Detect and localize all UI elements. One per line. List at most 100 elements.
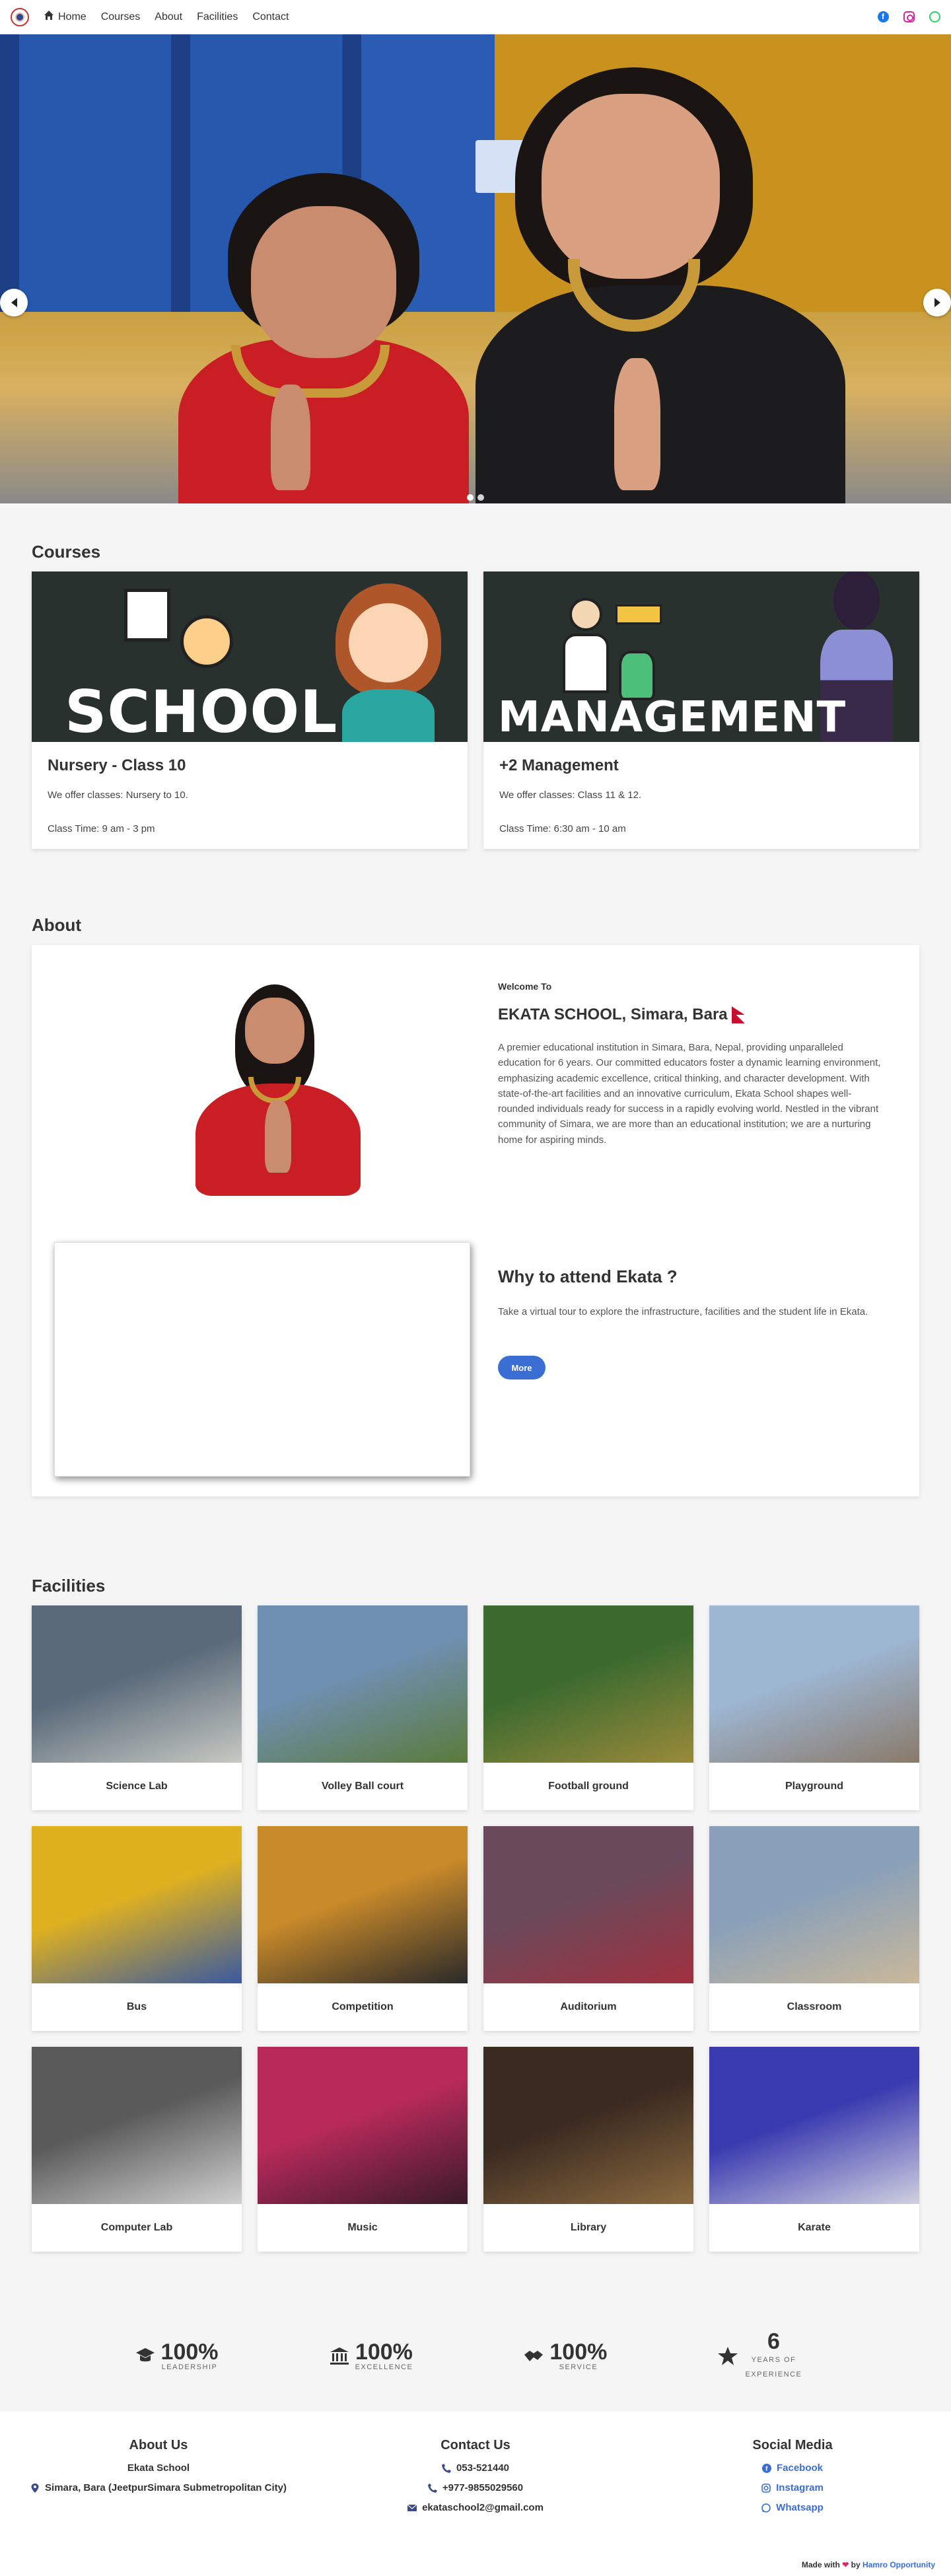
stat-text: 6 YEARS OF EXPERIENCE <box>744 2330 803 2382</box>
stat-text: 100% EXCELLENCE <box>355 2341 413 2371</box>
handshake-icon <box>523 2345 544 2367</box>
stats-bar: 100% LEADERSHIP 100% EXCELLENCE 100% SERVICE 6… <box>0 2323 951 2389</box>
home-icon <box>44 10 54 24</box>
footer-about: About Us Ekata School Simara, Bara (Jeet… <box>0 2438 317 2522</box>
banner-text: MANAGEMENT <box>498 693 847 742</box>
carousel-dot[interactable] <box>467 494 474 501</box>
footer-instagram-text: Instagram <box>776 2482 824 2493</box>
footer-phone[interactable]: 053-521440 <box>441 2462 509 2474</box>
section-title: About <box>32 915 82 935</box>
facility-card[interactable]: Playground <box>709 1605 919 1810</box>
facility-image <box>709 2047 919 2204</box>
stat-text: 100% LEADERSHIP <box>161 2341 219 2371</box>
carousel-next-button[interactable] <box>923 289 951 316</box>
welcome-label: Welcome To <box>498 981 552 992</box>
phone-icon <box>427 2483 437 2493</box>
banner-text: SCHOOL <box>65 678 338 742</box>
stat-number: 100% <box>355 2339 413 2365</box>
footer-whatsapp-link[interactable]: Whatsapp <box>761 2502 824 2513</box>
about-image <box>182 978 374 1196</box>
footer-instagram-link[interactable]: Instagram <box>761 2482 824 2493</box>
footer-email[interactable]: ekataschool2@gmail.com <box>407 2502 544 2513</box>
nav-facilities[interactable]: Facilities <box>197 11 238 23</box>
footer-heading: About Us <box>129 2438 188 2452</box>
nav-home[interactable]: Home <box>44 10 87 24</box>
facility-label: Football ground <box>548 1781 629 1792</box>
why-title: Why to attend Ekata ? <box>498 1267 678 1286</box>
footer-phone[interactable]: +977-9855029560 <box>427 2482 523 2493</box>
nepal-flag-icon <box>731 1006 745 1023</box>
made-prefix: Made with <box>801 2560 840 2569</box>
stat-number: 6 <box>767 2329 780 2354</box>
facility-card[interactable]: Computer Lab <box>32 2047 242 2252</box>
facility-label: Playground <box>785 1781 843 1792</box>
facility-card[interactable]: Competition <box>258 1826 468 2031</box>
facebook-icon[interactable] <box>878 11 889 22</box>
stat-text: 100% SERVICE <box>549 2341 607 2371</box>
facility-image <box>32 2047 242 2204</box>
facility-card[interactable]: Volley Ball court <box>258 1605 468 1810</box>
carousel-prev-button[interactable] <box>0 289 28 316</box>
footer-email-text: ekataschool2@gmail.com <box>422 2502 544 2513</box>
navbar: Home Courses About Facilities Contact <box>0 0 951 34</box>
course-title: Nursery - Class 10 <box>48 756 186 774</box>
facility-image <box>483 1826 693 1983</box>
facility-card[interactable]: Auditorium <box>483 1826 693 2031</box>
carousel-indicators <box>467 494 484 501</box>
facility-image <box>709 1605 919 1763</box>
whatsapp-icon <box>761 2503 771 2513</box>
school-logo[interactable] <box>11 7 29 26</box>
nav-about[interactable]: About <box>155 11 182 23</box>
footer-facebook-text: Facebook <box>776 2462 824 2474</box>
instagram-icon[interactable] <box>903 11 915 22</box>
virtual-tour-video[interactable] <box>54 1242 470 1477</box>
course-time: Class Time: 9 am - 3 pm <box>48 823 155 834</box>
nav-home-label: Home <box>58 11 87 22</box>
credit-link[interactable]: Hamro Opportunity <box>863 2560 935 2569</box>
school-name: EKATA SCHOOL, Simara, Bara <box>498 1006 745 1024</box>
facebook-icon: f <box>761 2463 771 2473</box>
made-by: by <box>851 2560 861 2569</box>
stat-number: 100% <box>160 2339 219 2365</box>
section-title: Courses <box>32 542 101 562</box>
institution-icon <box>329 2345 350 2367</box>
facility-card[interactable]: Science Lab <box>32 1605 242 1810</box>
course-card[interactable]: SCHOOL Nursery - Class 10 We offer class… <box>32 571 468 849</box>
facility-card[interactable]: Bus <box>32 1826 242 2031</box>
stat-label: LEADERSHIP <box>161 2363 218 2371</box>
footer-whatsapp-text: Whatsapp <box>776 2502 824 2513</box>
facility-label: Volley Ball court <box>321 1781 404 1792</box>
facility-image <box>32 1605 242 1763</box>
facilities-grid: Science Lab Volley Ball court Football gro… <box>0 1605 951 2252</box>
footer-heading: Social Media <box>752 2438 833 2452</box>
facility-card[interactable]: Karate <box>709 2047 919 2252</box>
course-card[interactable]: MANAGEMENT +2 Management We offer classe… <box>483 571 919 849</box>
chevron-right-icon <box>934 298 940 307</box>
facility-card[interactable]: Classroom <box>709 1826 919 2031</box>
nav-links: Home Courses About Facilities Contact <box>44 10 289 24</box>
facility-image <box>258 1605 468 1763</box>
facility-label: Bus <box>126 2001 147 2012</box>
nav-courses[interactable]: Courses <box>101 11 141 23</box>
section-title: Facilities <box>32 1576 106 1596</box>
facility-image <box>483 1605 693 1763</box>
school-name-text: EKATA SCHOOL, Simara, Bara <box>498 1006 728 1023</box>
stat-number: 100% <box>549 2339 608 2365</box>
stat-item: 100% SERVICE <box>523 2341 607 2371</box>
footer-heading: Contact Us <box>440 2438 511 2452</box>
stat-item: 100% EXCELLENCE <box>329 2341 413 2371</box>
course-offer: We offer classes: Class 11 & 12. <box>499 790 642 801</box>
facility-image <box>258 2047 468 2204</box>
facility-card[interactable]: Football ground <box>483 1605 693 1810</box>
whatsapp-icon[interactable] <box>929 11 940 22</box>
facility-card[interactable]: Library <box>483 2047 693 2252</box>
instagram-icon <box>761 2483 771 2493</box>
footer-facebook-link[interactable]: f Facebook <box>761 2462 824 2474</box>
facility-image <box>483 2047 693 2204</box>
facility-card[interactable]: Music <box>258 2047 468 2252</box>
heart-icon: ❤ <box>842 2560 849 2569</box>
carousel-dot[interactable] <box>477 494 484 501</box>
stat-item: 100% LEADERSHIP <box>135 2341 219 2371</box>
more-button[interactable]: More <box>498 1356 546 1380</box>
nav-contact[interactable]: Contact <box>252 11 289 23</box>
